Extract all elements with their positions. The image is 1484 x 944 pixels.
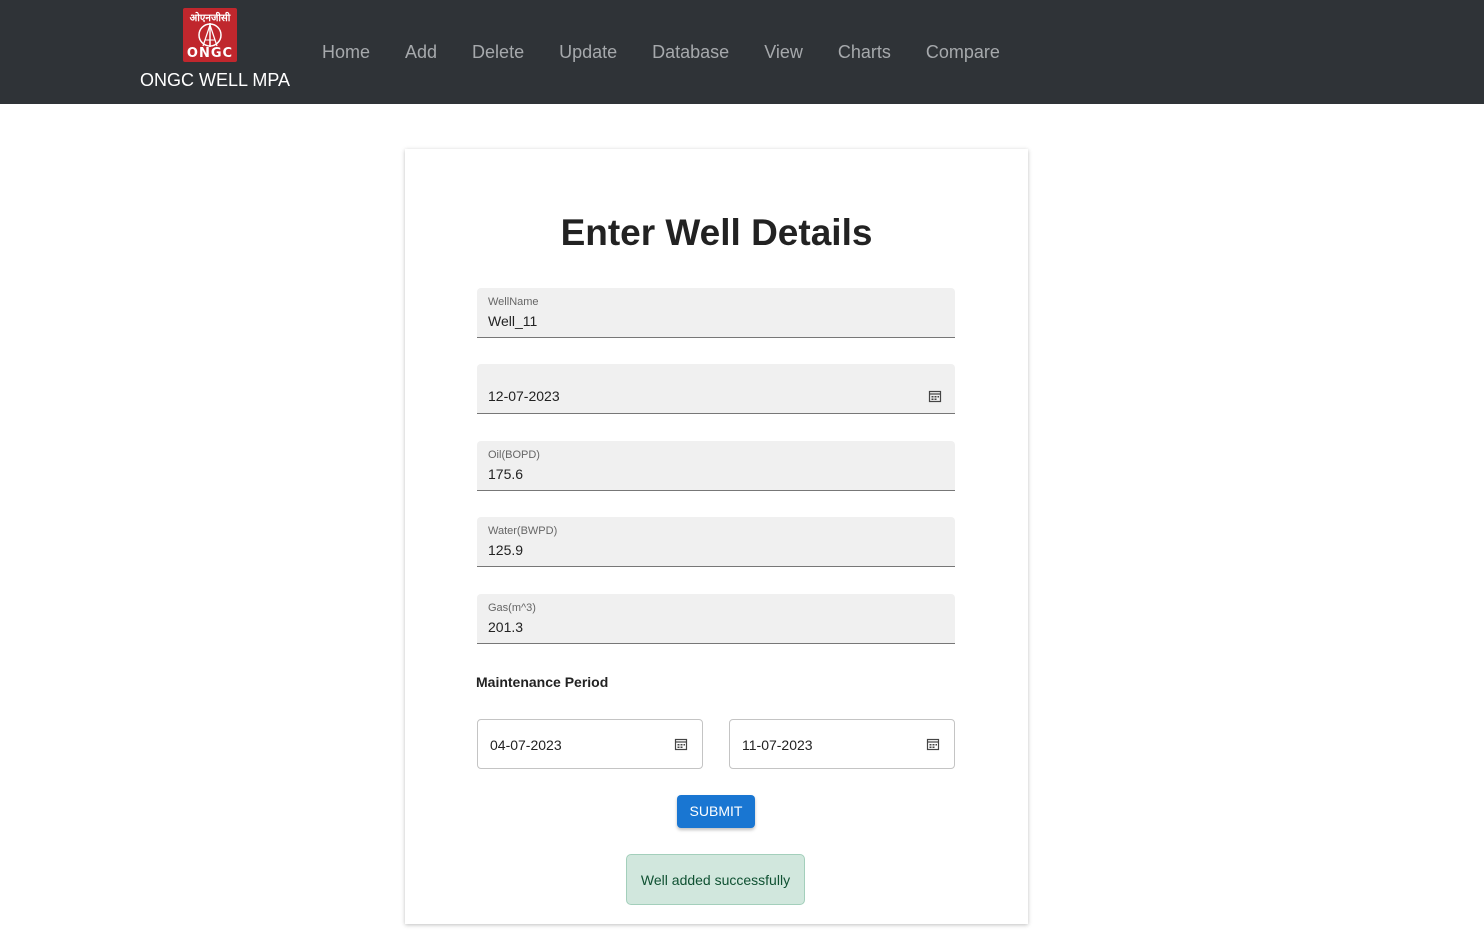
gas-field[interactable]: Gas(m^3) 201.3 xyxy=(477,594,955,644)
maintenance-period-label: Maintenance Period xyxy=(476,674,609,690)
oil-field[interactable]: Oil(BOPD) 175.6 xyxy=(477,441,955,491)
ongc-logo: ओएनजीसी ONGC xyxy=(183,8,237,62)
well-form-card: Enter Well Details WellName Well_11 12-0… xyxy=(405,149,1028,924)
nav-database[interactable]: Database xyxy=(652,42,729,63)
maintenance-start-value: 04-07-2023 xyxy=(490,737,562,753)
calendar-icon[interactable] xyxy=(926,737,940,751)
calendar-icon[interactable] xyxy=(928,389,942,403)
brand-name: ONGC WELL MPA xyxy=(140,70,291,90)
water-value: 125.9 xyxy=(488,542,524,558)
water-label: Water(BWPD) xyxy=(488,525,558,537)
oil-value: 175.6 xyxy=(488,466,524,482)
maintenance-end-value: 11-07-2023 xyxy=(742,737,813,753)
calendar-icon[interactable] xyxy=(674,737,688,751)
maintenance-end-field[interactable]: 11-07-2023 xyxy=(729,719,955,769)
gas-label: Gas(m^3) xyxy=(488,602,536,614)
nav-home[interactable]: Home xyxy=(322,42,370,63)
nav-view[interactable]: View xyxy=(764,42,803,63)
wellname-field[interactable]: WellName Well_11 xyxy=(477,288,955,338)
success-alert: Well added successfully xyxy=(626,854,805,905)
wellname-value: Well_11 xyxy=(488,313,538,329)
submit-button[interactable]: SUBMIT xyxy=(677,795,755,828)
date-field[interactable]: 12-07-2023 xyxy=(477,364,955,414)
wellname-label: WellName xyxy=(488,296,539,308)
oil-rig-icon xyxy=(198,23,222,47)
oil-label: Oil(BOPD) xyxy=(488,449,540,461)
logo-ongc-text: ONGC xyxy=(186,46,234,61)
maintenance-start-field[interactable]: 04-07-2023 xyxy=(477,719,703,769)
page-title: Enter Well Details xyxy=(560,212,873,253)
nav-delete[interactable]: Delete xyxy=(472,42,524,63)
gas-value: 201.3 xyxy=(488,619,524,635)
nav-charts[interactable]: Charts xyxy=(838,42,891,63)
nav-update[interactable]: Update xyxy=(559,42,617,63)
water-field[interactable]: Water(BWPD) 125.9 xyxy=(477,517,955,567)
nav-compare[interactable]: Compare xyxy=(926,42,1000,63)
navbar: ओएनजीसी ONGC ONGC WELL MPA Home Add Dele… xyxy=(0,0,1484,104)
nav-add[interactable]: Add xyxy=(405,42,437,63)
nav-menu: Home Add Delete Update Database View Cha… xyxy=(322,42,1035,63)
date-value: 12-07-2023 xyxy=(488,388,560,404)
